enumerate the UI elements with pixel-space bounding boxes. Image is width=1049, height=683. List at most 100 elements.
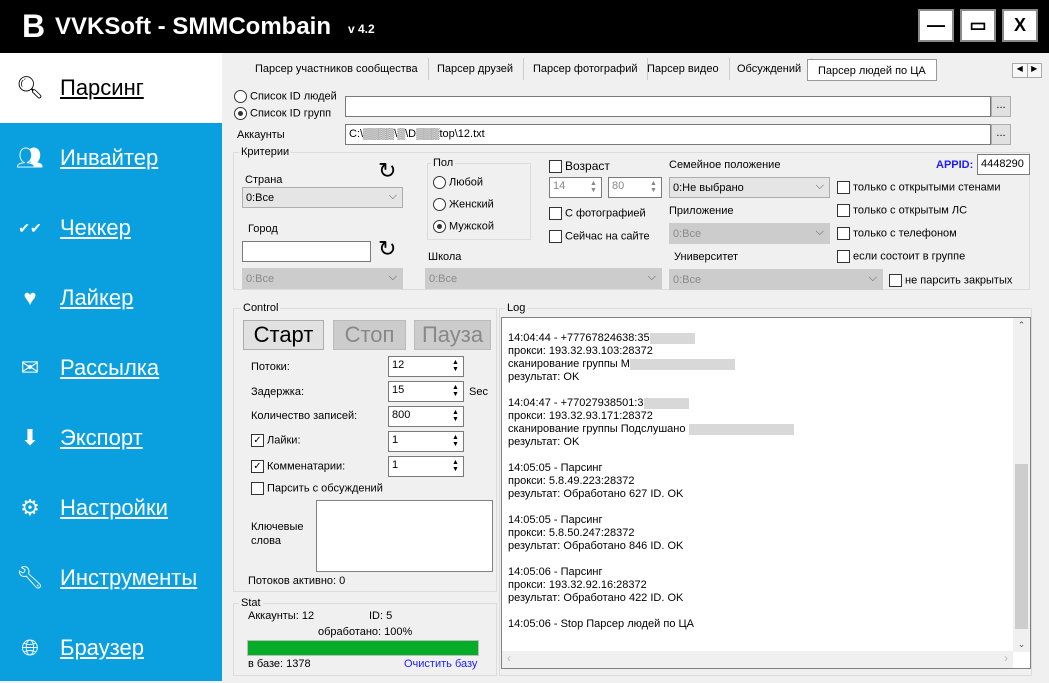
tab-4[interactable]: Обсуждений	[727, 58, 813, 80]
gender-radio-0[interactable]: Любой	[433, 176, 483, 189]
spinner-arrows-icon[interactable]: ▲ ▼	[450, 434, 461, 448]
browse-accounts-button[interactable]: ...	[991, 124, 1011, 145]
univ-select[interactable]: 0:Все	[669, 269, 883, 290]
tab-scroll[interactable]: ◀ ▶	[1012, 63, 1042, 78]
log-vscrollbar[interactable]: ⌃ ⌄	[1013, 318, 1030, 652]
city-input[interactable]	[242, 241, 371, 262]
close-button[interactable]: X	[1002, 9, 1038, 42]
tab-2[interactable]: Парсер фотографий	[523, 58, 649, 80]
accounts-input[interactable]: C:\▒▒▒▒\▒\D▒▒▒top\12.txt	[345, 124, 991, 145]
sidebar-item-7[interactable]: 🔧︎ Инструменты	[0, 543, 222, 613]
stop-button[interactable]: Стоп	[333, 320, 406, 350]
tab-3[interactable]: Парсер видео	[637, 58, 730, 80]
sidebar-item-0[interactable]: 🔍︎ Парсинг	[0, 53, 222, 123]
spinner-arrows-icon[interactable]: ▲ ▼	[450, 409, 461, 423]
age-checkbox[interactable]: Возраст	[549, 159, 610, 174]
radio-people-list[interactable]: Список ID людей	[234, 90, 337, 103]
sidebar-item-8[interactable]: 🌐︎ Браузер	[0, 613, 222, 683]
spinner-arrows-icon[interactable]: ▲ ▼	[450, 459, 461, 473]
country-select[interactable]: 0:Все	[242, 187, 403, 208]
scroll-up-icon[interactable]: ⌃	[1013, 320, 1030, 331]
radio-group-list[interactable]: Список ID групп	[234, 107, 331, 120]
checkbox-icon	[549, 160, 562, 174]
spinner-arrows-icon[interactable]: ▲ ▼	[450, 384, 461, 398]
redacted-blur	[688, 423, 794, 435]
sidebar-item-2[interactable]: ✔✔ Чеккер	[0, 193, 222, 263]
with-photo-checkbox[interactable]: С фотографией	[549, 207, 646, 220]
maximize-button[interactable]: ▭	[960, 9, 996, 42]
threads-spinner[interactable]: 12 ▲ ▼	[388, 356, 464, 377]
pause-button[interactable]: Пауза	[414, 320, 491, 350]
checkmark-icon: ✓	[251, 460, 264, 473]
refresh-city-icon[interactable]: ↻	[378, 236, 396, 262]
likes-checkbox[interactable]: ✓ Лайки:	[251, 434, 301, 447]
browse-list-button[interactable]: ...	[991, 96, 1011, 117]
id-list-input[interactable]	[345, 96, 991, 117]
no-closed-checkbox[interactable]: не парсить закрытых	[889, 274, 1012, 287]
refresh-country-icon[interactable]: ↻	[378, 158, 396, 184]
keywords-label: Ключевые слова	[251, 521, 304, 547]
scroll-thumb[interactable]	[1015, 464, 1028, 629]
radio-icon	[433, 198, 446, 211]
gender-label: Женский	[449, 198, 494, 211]
minimize-button[interactable]: —	[918, 9, 954, 42]
app-select[interactable]: 0:Все	[669, 223, 830, 244]
family-select[interactable]: 0:Не выбрано	[669, 177, 830, 198]
sidebar-item-3[interactable]: ♥ Лайкер	[0, 263, 222, 333]
city-select[interactable]: 0:Все	[242, 268, 403, 289]
tab-1[interactable]: Парсер друзей	[427, 58, 525, 80]
delay-spinner[interactable]: 15 ▲ ▼	[388, 381, 464, 402]
age-to-spinner[interactable]: 80 ▲ ▼	[608, 177, 662, 198]
title-bar: B VVKSoft - SMMCombain v 4.2 — ▭ X	[0, 0, 1049, 53]
filter-label: только с телефоном	[853, 227, 957, 240]
progress-bar	[247, 640, 479, 656]
log-line: 14:05:06 - Парсинг	[508, 566, 603, 578]
sidebar-item-4[interactable]: ✉ Рассылка	[0, 333, 222, 403]
start-button[interactable]: Старт	[243, 320, 324, 350]
log-line: 14:04:44 - +77767824638:35	[508, 332, 794, 345]
filter-checkbox-0[interactable]: только с открытыми стенами	[837, 181, 1001, 194]
comments-checkbox[interactable]: ✓ Комменатарии:	[251, 460, 345, 473]
school-select[interactable]: 0:Все	[425, 268, 662, 289]
tab-scroll-left-icon[interactable]: ◀	[1013, 64, 1028, 77]
radio-label: Список ID людей	[250, 90, 337, 103]
scroll-right-icon[interactable]: ›	[1004, 651, 1008, 665]
spinner-arrows-icon[interactable]: ▲ ▼	[588, 180, 599, 194]
keywords-textarea[interactable]	[316, 500, 493, 572]
tab-0[interactable]: Парсер участников сообщества	[245, 58, 429, 80]
sidebar-item-1[interactable]: 👥︎ Инвайтер	[0, 123, 222, 193]
filter-checkbox-2[interactable]: только с телефоном	[837, 227, 957, 240]
no-closed-label: не парсить закрытых	[905, 274, 1013, 287]
comments-spinner[interactable]: 1 ▲ ▼	[388, 456, 464, 477]
sidebar-item-5[interactable]: ⬇ Экспорт	[0, 403, 222, 473]
comments-value: 1	[392, 459, 399, 471]
records-spinner[interactable]: 800 ▲ ▼	[388, 406, 464, 427]
scroll-down-icon[interactable]: ⌄	[1013, 639, 1030, 650]
discussions-checkbox[interactable]: Парсить с обсуждений	[251, 482, 383, 495]
filter-checkbox-3[interactable]: если состоит в группе	[837, 250, 965, 263]
sidebar-item-6[interactable]: ⚙ Настройки	[0, 473, 222, 543]
log-line: 14:05:06 - Stop Парсер людей по ЦА	[508, 618, 694, 630]
double-check-icon: ✔✔	[18, 219, 42, 236]
checkbox-icon	[837, 250, 850, 263]
age-from-spinner[interactable]: 14 ▲ ▼	[549, 177, 602, 198]
online-checkbox[interactable]: Сейчас на сайте	[549, 230, 650, 243]
spinner-arrows-icon[interactable]: ▲ ▼	[648, 180, 659, 194]
log-line: результат: Обработано 627 ID. OK	[508, 488, 684, 500]
scroll-left-icon[interactable]: ‹	[507, 651, 511, 665]
tab-scroll-right-icon[interactable]: ▶	[1028, 64, 1042, 77]
gender-radio-1[interactable]: Женский	[433, 198, 494, 211]
likes-spinner[interactable]: 1 ▲ ▼	[388, 431, 464, 452]
log-line: сканирование группы М	[508, 358, 794, 371]
gender-label: Любой	[449, 176, 484, 189]
appid-label: APPID:	[936, 159, 974, 171]
spinner-arrows-icon[interactable]: ▲ ▼	[450, 359, 461, 373]
log-hscrollbar[interactable]: ‹ ›	[502, 651, 1013, 668]
log-textbox[interactable]: 14:04:44 - +77767824638:35 прокси: 193.32…	[501, 317, 1031, 669]
gender-radio-2[interactable]: Мужской	[433, 220, 494, 233]
filter-checkbox-1[interactable]: только с открытым ЛС	[837, 204, 967, 217]
clear-db-link[interactable]: Очистить базу	[404, 658, 477, 670]
tab-5[interactable]: Парсер людей по ЦА	[807, 59, 937, 81]
appid-input[interactable]: 4448290	[977, 154, 1030, 175]
